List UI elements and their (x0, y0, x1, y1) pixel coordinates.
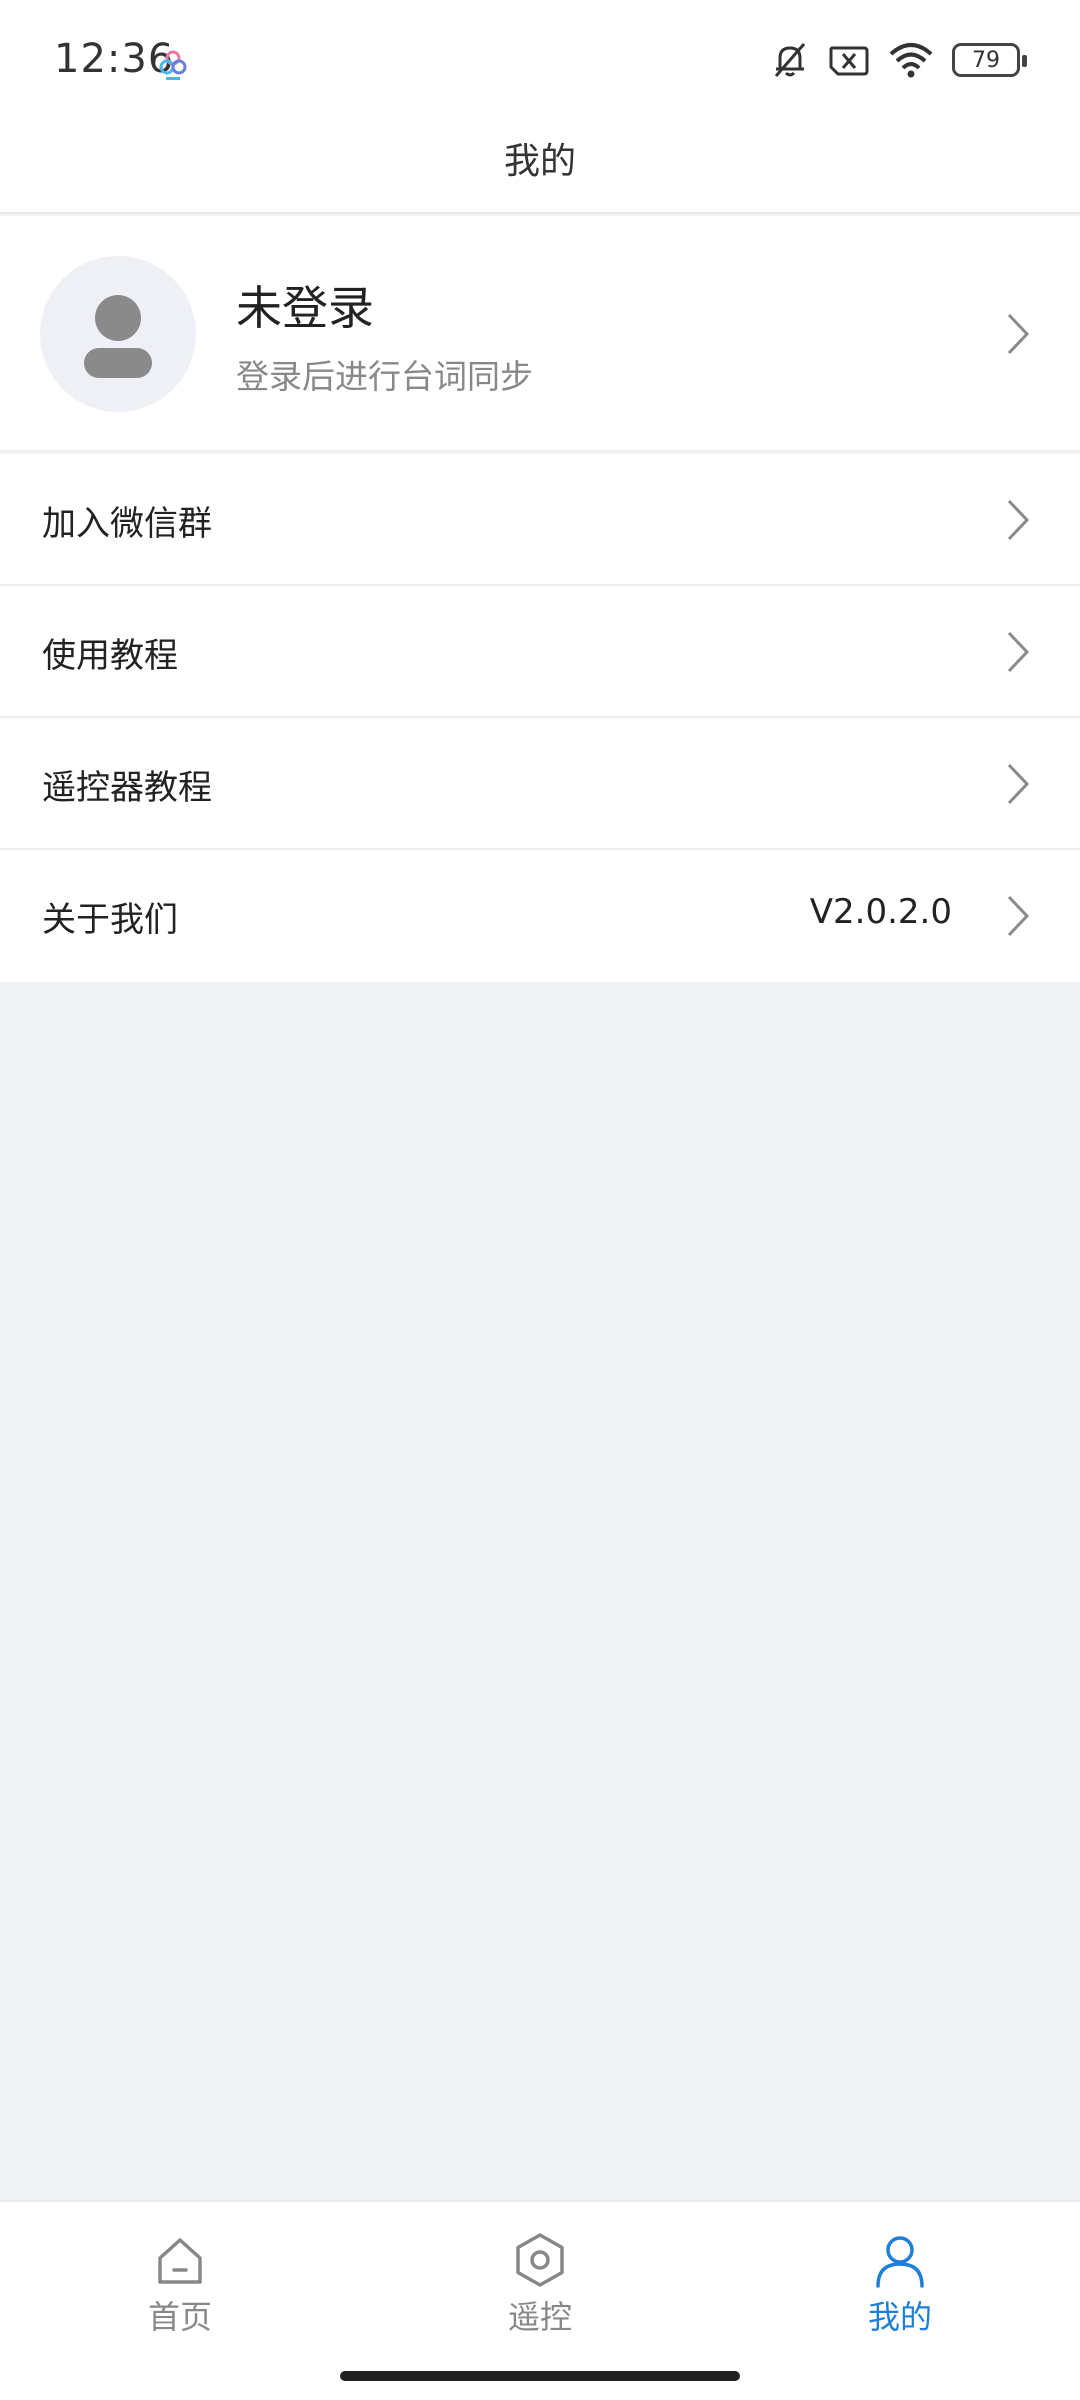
profile-card[interactable]: 未登录 登录后进行台词同步 (0, 216, 1080, 452)
app-notification-icon (159, 50, 187, 80)
avatar[interactable] (40, 256, 196, 412)
chevron-right-icon (1007, 499, 1030, 541)
settings-menu: 加入微信群 使用教程 遥控器教程 关于我们 V2.0.2.0 (0, 454, 1080, 982)
wifi-icon (889, 43, 933, 78)
profile-name: 未登录 (236, 281, 374, 335)
profile-subtitle: 登录后进行台词同步 (236, 357, 533, 396)
tab-mine[interactable]: 我的 (810, 2232, 990, 2352)
menu-item-label: 使用教程 (42, 636, 178, 676)
bottom-tab-bar: 首页 遥控 我的 (0, 2200, 1080, 2400)
remote-hexagon-icon (516, 2233, 564, 2287)
tab-label: 首页 (147, 2298, 212, 2336)
menu-item-label: 关于我们 (42, 900, 178, 940)
menu-item-join-wechat-group[interactable]: 加入微信群 (0, 454, 1080, 586)
chevron-right-icon (1007, 895, 1030, 937)
person-icon (876, 2236, 924, 2288)
chevron-right-icon (1007, 313, 1030, 355)
battery-icon: 79 (952, 43, 1027, 77)
home-icon (158, 2238, 202, 2284)
tab-home[interactable]: 首页 (90, 2232, 270, 2352)
no-sim-icon (829, 46, 869, 76)
page-title: 我的 (503, 141, 576, 182)
menu-item-label: 遥控器教程 (42, 768, 212, 808)
avatar-placeholder-icon (84, 295, 152, 378)
menu-item-label: 加入微信群 (42, 504, 212, 544)
header: 我的 (0, 120, 1080, 214)
mute-bell-icon (774, 43, 806, 77)
chevron-right-icon (1007, 631, 1030, 673)
tab-remote[interactable]: 遥控 (450, 2232, 630, 2352)
app-version: V2.0.2.0 (809, 892, 952, 932)
status-icons: 79 (770, 40, 1027, 80)
home-indicator[interactable] (340, 2371, 740, 2381)
status-bar: 12:36 79 (0, 0, 1080, 120)
battery-level: 79 (972, 47, 1000, 73)
menu-item-about-us[interactable]: 关于我们 V2.0.2.0 (0, 850, 1080, 982)
menu-item-remote-tutorial[interactable]: 遥控器教程 (0, 718, 1080, 850)
tab-label: 我的 (867, 2298, 932, 2336)
tab-label: 遥控 (507, 2298, 572, 2336)
chevron-right-icon (1007, 763, 1030, 805)
menu-item-tutorial[interactable]: 使用教程 (0, 586, 1080, 718)
